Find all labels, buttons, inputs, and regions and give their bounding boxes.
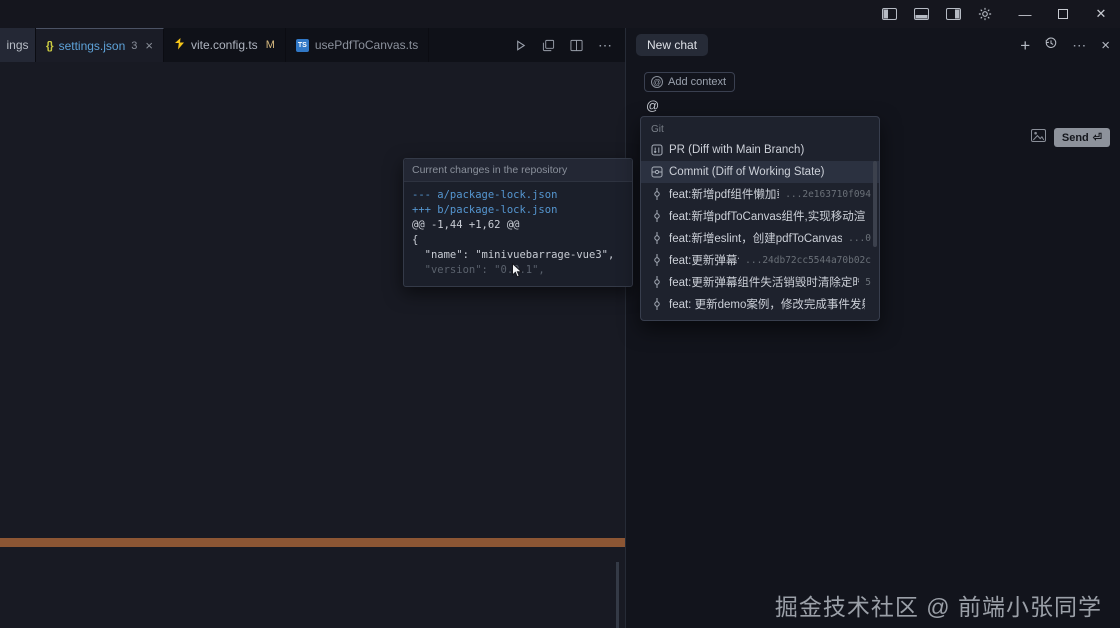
chat-history-icon[interactable] — [1044, 36, 1058, 55]
diff-line: "name": "minivuebarrage-vue3", — [412, 249, 615, 261]
toggle-sidebar-left-icon[interactable] — [882, 8, 897, 20]
git-commit-icon — [651, 210, 663, 222]
chat-body: @ Add context @ Send ⏎ Git PR (Diff with… — [626, 62, 1120, 628]
context-dropdown: Git PR (Diff with Main Branch) Commit (D… — [640, 116, 880, 321]
tab-badge: 3 — [131, 39, 138, 52]
chat-panel-header: New chat + ⋯ × — [626, 28, 1120, 62]
dropdown-item-label: feat:更新弹幕组件失活销毁时清除定时器 — [669, 277, 860, 289]
dropdown-scrollbar[interactable] — [873, 161, 877, 247]
dropdown-section-git: Git — [651, 124, 664, 135]
tab-label: settings.json — [58, 38, 126, 53]
pull-request-icon — [651, 144, 663, 156]
dropdown-item-label: feat:新增eslint，创建pdfToCanvas组件 — [669, 233, 843, 245]
tab-label: ings — [6, 38, 29, 52]
git-commit-icon — [651, 254, 663, 266]
toggle-panel-bottom-icon[interactable] — [914, 8, 929, 20]
dropdown-item-commit-6[interactable]: feat: 更新demo案例，修改完成事件发射... — [641, 293, 879, 315]
new-chat-plus-icon[interactable]: + — [1020, 37, 1030, 54]
dropdown-item-commit-1[interactable]: feat:新增pdf组件懒加载功能 ...2e163710f094 — [641, 183, 879, 205]
dropdown-item-commit-5[interactable]: feat:更新弹幕组件失活销毁时清除定时器 5 — [641, 271, 879, 293]
modified-badge: M — [265, 39, 275, 51]
tab-settings-json[interactable]: {} settings.json 3 × — [36, 28, 164, 62]
typescript-file-icon: TS — [295, 38, 309, 52]
dropdown-item-commit-working-state[interactable]: Commit (Diff of Working State) — [641, 161, 879, 183]
git-commit-icon — [651, 298, 663, 310]
editor-scrollbar[interactable] — [616, 562, 619, 628]
tab-use-pdf-to-canvas[interactable]: TS usePdfToCanvas.ts — [286, 28, 430, 62]
chat-input[interactable]: @ — [646, 98, 659, 113]
dropdown-item-label: feat:新增pdf组件懒加载功能 — [669, 189, 779, 201]
close-window-button[interactable]: ✕ — [1082, 0, 1120, 28]
mouse-cursor-icon — [512, 262, 523, 283]
dropdown-item-label: feat:更新弹幕包版本 — [669, 255, 739, 267]
dropdown-item-label: Commit (Diff of Working State) — [669, 166, 825, 178]
send-button[interactable]: Send ⏎ — [1053, 128, 1110, 147]
dropdown-item-suffix: ...2e163710f094 — [785, 188, 871, 200]
dropdown-item-label: feat:新增pdfToCanvas组件,实现移动渲... — [669, 211, 865, 223]
split-editor-icon[interactable] — [570, 39, 583, 52]
add-context-label: Add context — [668, 76, 727, 88]
watermark-text: 掘金技术社区 @ 前端小张同学 — [774, 594, 1102, 620]
dropdown-item-commit-3[interactable]: feat:新增eslint，创建pdfToCanvas组件 ...0 — [641, 227, 879, 249]
dropdown-item-commit-4[interactable]: feat:更新弹幕包版本 ...24db72cc5544a70b02c — [641, 249, 879, 271]
dropdown-item-commit-2[interactable]: feat:新增pdfToCanvas组件,实现移动渲... — [641, 205, 879, 227]
dropdown-item-suffix: 5 — [865, 276, 871, 288]
tab-close-icon[interactable]: × — [145, 38, 153, 53]
json-file-icon: {} — [46, 39, 54, 52]
enter-key-icon: ⏎ — [1092, 132, 1102, 144]
commit-box-icon — [651, 166, 663, 178]
dropdown-item-label: PR (Diff with Main Branch) — [669, 144, 805, 156]
minimize-button[interactable]: — — [1006, 0, 1044, 28]
tab-settings-partial[interactable]: ings — [0, 28, 36, 62]
git-commit-icon — [651, 276, 663, 288]
tab-label: vite.config.ts — [190, 38, 258, 52]
diff-hover-tooltip: Current changes in the repository --- a/… — [403, 158, 633, 287]
toggle-sidebar-right-icon[interactable] — [946, 8, 961, 20]
title-bar: — ✕ — [0, 0, 1120, 28]
editor-actions: ⋯ — [514, 28, 625, 62]
git-commit-icon — [651, 188, 663, 200]
settings-gear-icon[interactable] — [978, 7, 992, 21]
dropdown-item-suffix: ...24db72cc5544a70b02c — [745, 254, 871, 266]
dropdown-item-label: feat: 更新demo案例，修改完成事件发射... — [669, 299, 865, 311]
copy-split-icon[interactable] — [542, 39, 555, 52]
vite-lightning-icon — [174, 37, 185, 53]
add-context-chip[interactable]: @ Add context — [644, 72, 736, 92]
dropdown-item-pr[interactable]: PR (Diff with Main Branch) — [641, 139, 879, 161]
dropdown-item-suffix: ...0 — [848, 232, 871, 244]
git-commit-icon — [651, 232, 663, 244]
more-actions-icon[interactable]: ⋯ — [598, 37, 613, 54]
diff-line: --- a/package-lock.json — [412, 189, 558, 201]
editor-region: ings {} settings.json 3 × vite.config.ts… — [0, 28, 633, 628]
orange-highlight-strip — [0, 538, 625, 547]
at-icon: @ — [651, 76, 663, 88]
diff-line: +++ b/package-lock.json — [412, 204, 558, 216]
send-label: Send — [1061, 131, 1089, 144]
chat-close-icon[interactable]: × — [1101, 38, 1110, 53]
tab-vite-config[interactable]: vite.config.ts M — [164, 28, 286, 62]
tooltip-title: Current changes in the repository — [404, 159, 632, 182]
maximize-button[interactable] — [1044, 0, 1082, 28]
tab-bar: ings {} settings.json 3 × vite.config.ts… — [0, 28, 625, 62]
new-chat-tab[interactable]: New chat — [636, 34, 709, 56]
send-row: Send ⏎ — [1030, 128, 1110, 147]
chat-panel: New chat + ⋯ × @ Add context @ Send ⏎ Gi… — [626, 28, 1120, 628]
vscode-window: — ✕ ings {} settings.json 3 × vite.confi… — [0, 0, 1120, 628]
editor-body[interactable]: Current changes in the repository --- a/… — [0, 62, 633, 628]
diff-line: { — [412, 234, 419, 246]
attach-image-icon[interactable] — [1030, 128, 1046, 147]
chat-more-icon[interactable]: ⋯ — [1072, 37, 1087, 54]
diff-line: @@ -1,44 +1,62 @@ — [412, 219, 520, 231]
tab-label: usePdfToCanvas.ts — [314, 38, 419, 52]
run-play-icon[interactable] — [514, 39, 527, 52]
